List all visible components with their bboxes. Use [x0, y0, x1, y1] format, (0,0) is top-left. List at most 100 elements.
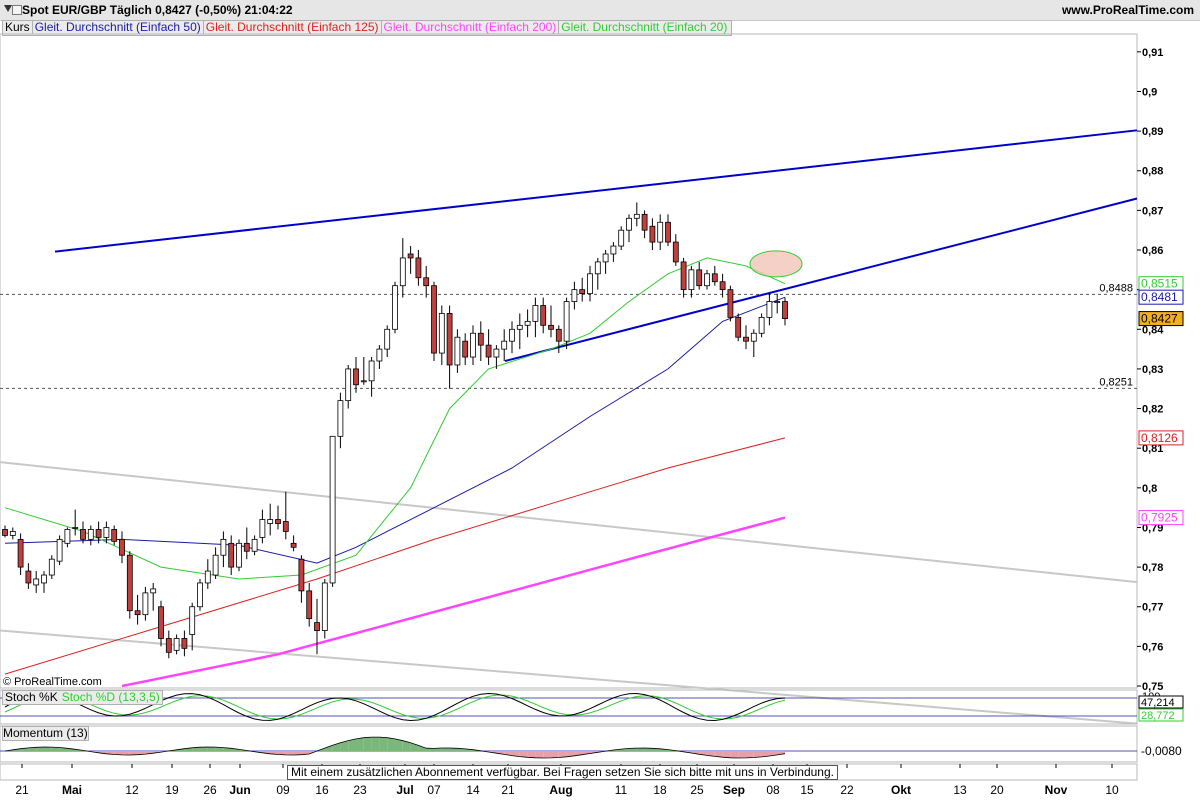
trendline — [54, 129, 1138, 253]
candle-body — [48, 558, 55, 576]
momentum-area — [722, 751, 731, 758]
y-tick-label: 0,78 — [1142, 562, 1163, 574]
x-tick-label: Nov — [1045, 783, 1068, 797]
candle-body — [2, 529, 8, 536]
candle-body — [626, 217, 632, 231]
moving-average-line — [4, 296, 786, 564]
x-tick-label: 11 — [615, 783, 628, 797]
y-tick-label: 0,84 — [1142, 324, 1164, 336]
candle-body — [688, 269, 695, 291]
candle-body — [672, 241, 679, 263]
momentum-area — [371, 737, 380, 751]
stoch-k-value: 47,214 — [1141, 697, 1175, 709]
x-tick-label: Mai — [62, 783, 82, 797]
candle-body — [743, 336, 749, 342]
x-tick-label: 14 — [466, 783, 480, 797]
candle-body — [454, 336, 461, 366]
candle-body — [197, 582, 203, 608]
candle-body — [158, 606, 164, 639]
candle-body — [735, 316, 742, 338]
candle-body — [579, 289, 586, 295]
candle-body — [119, 538, 125, 556]
candle-body — [95, 529, 102, 538]
candle-body — [353, 368, 359, 386]
y-tick-label: 0,88 — [1142, 166, 1163, 178]
x-tick-label: Jun — [229, 783, 250, 797]
momentum-area — [441, 748, 450, 751]
candle-body — [290, 542, 297, 548]
x-tick-label: 23 — [353, 783, 367, 797]
candle-body — [704, 273, 710, 287]
candle-body — [696, 269, 703, 287]
momentum-area — [200, 747, 208, 751]
candle-body — [774, 301, 781, 303]
candle-body — [649, 225, 656, 243]
candle-body — [657, 221, 664, 243]
candle-body — [633, 213, 640, 219]
candle-body — [306, 590, 313, 620]
candle-body — [220, 538, 227, 556]
trendline — [0, 461, 1138, 584]
y-tick-label: 0,89 — [1142, 126, 1163, 138]
candle-body — [189, 606, 196, 635]
x-tick-label: 13 — [953, 783, 967, 797]
candle-body — [103, 527, 110, 538]
candle-body — [259, 519, 266, 538]
candle-body — [165, 638, 172, 653]
y-tick-label: 0,75 — [1142, 681, 1163, 693]
candle-body — [470, 332, 476, 358]
momentum-panel: -0,0080 — [0, 725, 1182, 763]
y-tick-label: 0,8 — [1142, 483, 1157, 495]
momentum-area — [558, 751, 567, 758]
candle-body — [72, 527, 79, 529]
copyright-label: © ProRealTime.com — [3, 676, 102, 688]
x-tick-label: Sep — [723, 783, 745, 797]
x-tick-label: 10 — [1105, 783, 1119, 797]
momentum-area — [543, 751, 551, 758]
candle-body — [173, 638, 180, 651]
x-tick-label: 07 — [427, 783, 441, 797]
candle-body — [782, 301, 788, 319]
y-tick-label: 0,83 — [1142, 364, 1163, 376]
level-label: 0,8251 — [1099, 376, 1133, 388]
candle-body — [438, 313, 445, 354]
candle-body — [610, 245, 617, 255]
candle-body — [407, 253, 414, 259]
y-tick-label: 0,86 — [1142, 245, 1163, 257]
subscription-banner[interactable]: Mit einem zusätzlichen Abonnement verfüg… — [287, 765, 838, 780]
candle-body — [485, 344, 492, 358]
candle-body — [368, 360, 375, 382]
candle-body — [516, 324, 523, 330]
candle-body — [33, 578, 40, 586]
x-tick-label: Okt — [891, 783, 911, 797]
momentum-area — [285, 751, 294, 755]
value-badge-label: 0,8427 — [1141, 312, 1178, 326]
y-tick-label: 0,9 — [1142, 86, 1157, 98]
candle-body — [275, 519, 281, 524]
x-tick-label: 21 — [501, 783, 515, 797]
candle-body — [236, 542, 242, 568]
candle-body — [376, 348, 383, 362]
main-panel: 0,8488 0,8251 — [0, 33, 1138, 725]
candle-body — [360, 380, 367, 383]
level-label: 0,8488 — [1099, 282, 1133, 294]
x-tick-label: Jul — [396, 783, 413, 797]
chart-canvas[interactable]: 0,8488 0,8251 10047,21428,772 -0,0080 0,9… — [0, 0, 1200, 800]
candle-body — [727, 289, 734, 318]
x-tick-label: 22 — [840, 783, 854, 797]
candle-body — [750, 332, 757, 342]
momentum-area — [753, 751, 762, 758]
candle-body — [462, 340, 469, 358]
stoch-d-value: 28,772 — [1141, 710, 1175, 722]
stoch-d-label: Stoch %D (13,3,5) — [61, 690, 160, 704]
y-tick-label: 0,76 — [1142, 641, 1163, 653]
value-badge-label: 0,8515 — [1141, 277, 1178, 291]
candle-body — [501, 340, 508, 350]
candle-body — [594, 261, 601, 275]
highlight-ellipse — [749, 250, 803, 278]
momentum-area — [738, 751, 746, 758]
candle-body — [548, 324, 554, 330]
candle-body — [150, 588, 157, 594]
candle-body — [314, 622, 320, 631]
momentum-area — [363, 737, 372, 751]
